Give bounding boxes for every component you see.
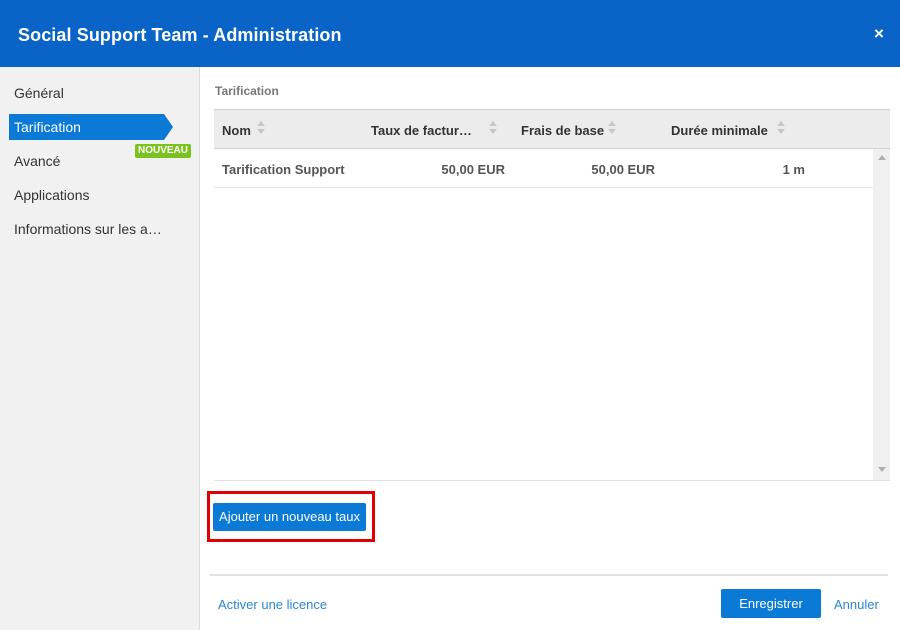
- dialog-title: Social Support Team - Administration: [18, 25, 342, 45]
- sidebar-item-label: Tarification: [14, 119, 81, 135]
- sort-icon[interactable]: [489, 120, 497, 136]
- cancel-link[interactable]: Annuler: [834, 597, 879, 612]
- scroll-up-icon[interactable]: [878, 155, 886, 160]
- cell-nom: Tarification Support: [222, 162, 345, 177]
- sidebar-item-label: Général: [14, 85, 64, 101]
- dialog-header: Social Support Team - Administration ×: [0, 0, 900, 67]
- cell-duree: 1 m: [782, 162, 805, 177]
- column-header-taux[interactable]: Taux de facturation: [371, 123, 479, 138]
- sort-icon[interactable]: [608, 120, 616, 136]
- sidebar-item-label: Informations sur les applications: [14, 221, 166, 237]
- cell-frais: 50,00 EUR: [591, 162, 655, 177]
- footer-divider: [210, 574, 888, 576]
- section-title: Tarification: [215, 84, 279, 98]
- sidebar-item-app-info[interactable]: Informations sur les applications: [0, 216, 199, 242]
- vertical-scrollbar[interactable]: [873, 149, 890, 480]
- sidebar-item-label: Applications: [14, 187, 90, 203]
- save-button[interactable]: Enregistrer: [721, 589, 821, 618]
- active-arrow-icon: [164, 114, 173, 140]
- sidebar-item-tarification[interactable]: Tarification: [0, 114, 199, 140]
- table-body: Tarification Support 50,00 EUR 50,00 EUR…: [214, 149, 890, 481]
- table-header: Nom Taux de facturation Frais de base Du…: [214, 109, 890, 149]
- add-rate-button[interactable]: Ajouter un nouveau taux: [213, 503, 366, 531]
- column-header-frais[interactable]: Frais de base: [521, 123, 604, 138]
- activate-license-link[interactable]: Activer une licence: [218, 597, 327, 612]
- column-header-duree[interactable]: Durée minimale: [671, 123, 768, 138]
- column-header-nom[interactable]: Nom: [222, 123, 251, 138]
- table-row[interactable]: Tarification Support 50,00 EUR 50,00 EUR…: [214, 149, 873, 188]
- sidebar-item-label: Avancé: [14, 153, 61, 169]
- sort-icon[interactable]: [777, 120, 785, 136]
- sidebar-item-general[interactable]: Général: [0, 80, 199, 106]
- cell-taux: 50,00 EUR: [441, 162, 505, 177]
- scroll-down-icon[interactable]: [878, 467, 886, 472]
- sort-icon[interactable]: [257, 120, 265, 136]
- new-badge: NOUVEAU: [135, 144, 192, 158]
- sidebar-item-applications[interactable]: Applications: [0, 182, 199, 208]
- close-icon[interactable]: ×: [872, 25, 886, 43]
